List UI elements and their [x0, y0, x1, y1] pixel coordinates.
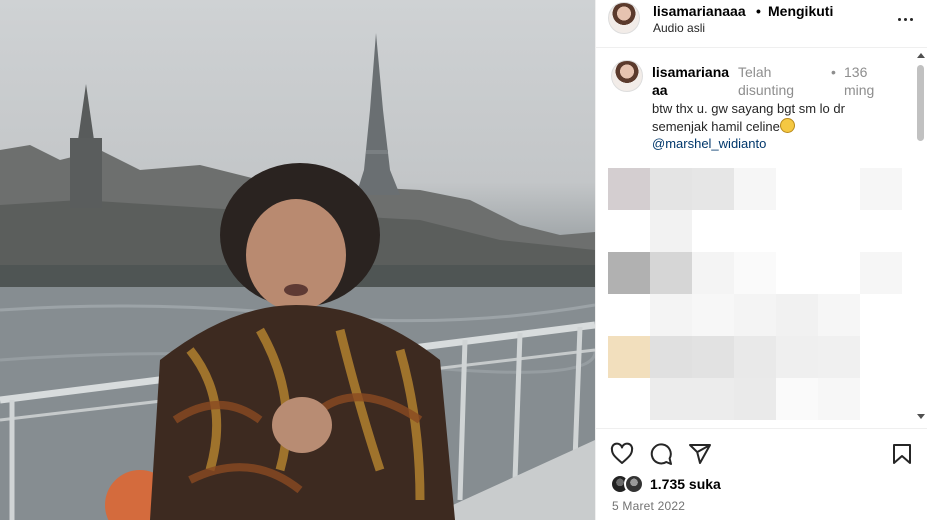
- mosaic-cell: [608, 168, 650, 210]
- share-icon[interactable]: [688, 442, 712, 466]
- mosaic-cell: [860, 210, 902, 252]
- comment-username[interactable]: lisamarianaaa: [652, 63, 734, 99]
- mosaic-cell: [776, 252, 818, 294]
- mosaic-cell: [818, 336, 860, 378]
- mosaic-cell: [818, 378, 860, 420]
- post-date[interactable]: 5 Maret 2022: [612, 499, 685, 513]
- liker-avatar: [624, 474, 644, 494]
- likers-avatars[interactable]: [610, 474, 646, 494]
- comments-scrollbar[interactable]: [914, 48, 926, 428]
- scrollbar-thumb[interactable]: [917, 65, 924, 141]
- mosaic-cell: [692, 252, 734, 294]
- header-separator: •: [756, 3, 761, 19]
- mosaic-cell: [608, 210, 650, 252]
- mosaic-cell: [650, 168, 692, 210]
- comment-icon[interactable]: [649, 442, 673, 466]
- mosaic-cell: [734, 294, 776, 336]
- post-actions: 1.735 suka 5 Maret 2022: [596, 428, 927, 520]
- video-frame: [0, 33, 595, 520]
- post-sidebar: lisamarianaaa • Mengikuti Audio asli lis…: [595, 0, 927, 520]
- mosaic-cell: [650, 336, 692, 378]
- header-username[interactable]: lisamarianaaa: [653, 3, 746, 19]
- mosaic-cell: [608, 294, 650, 336]
- mosaic-cell: [776, 294, 818, 336]
- mosaic-cell: [734, 378, 776, 420]
- mosaic-cell: [692, 210, 734, 252]
- mosaic-cell: [734, 210, 776, 252]
- mosaic-cell: [776, 378, 818, 420]
- comment-text: btw thx u. gw sayang bgt sm lo dr semenj…: [652, 100, 872, 136]
- mosaic-cell: [860, 378, 902, 420]
- mosaic-cell: [608, 252, 650, 294]
- mosaic-cell: [650, 210, 692, 252]
- comment-body: btw thx u. gw sayang bgt sm lo dr semenj…: [652, 101, 845, 134]
- mosaic-cell: [860, 168, 902, 210]
- mosaic-cell: [650, 294, 692, 336]
- mosaic-cell: [860, 252, 902, 294]
- mosaic-cell: [734, 168, 776, 210]
- post-viewer: lisamarianaaa • Mengikuti Audio asli lis…: [0, 0, 927, 520]
- mosaic-cell: [734, 336, 776, 378]
- video-player[interactable]: [0, 0, 595, 520]
- comment-edited-label: Telah disunting: [738, 64, 795, 98]
- comment-avatar[interactable]: [611, 60, 643, 92]
- avatar[interactable]: [608, 2, 640, 34]
- grinning-sweat-emoji-icon: [779, 118, 795, 133]
- scroll-up-arrow-icon[interactable]: [917, 53, 925, 58]
- mosaic-cell: [776, 210, 818, 252]
- post-header: lisamarianaaa • Mengikuti Audio asli: [596, 0, 927, 48]
- heart-icon[interactable]: [610, 442, 634, 466]
- mosaic-cell: [692, 378, 734, 420]
- mosaic-cell: [692, 168, 734, 210]
- follow-status-button[interactable]: Mengikuti: [768, 3, 833, 19]
- mosaic-cell: [818, 210, 860, 252]
- bookmark-icon[interactable]: [890, 442, 914, 466]
- audio-label[interactable]: Audio asli: [653, 21, 705, 35]
- mosaic-cell: [608, 378, 650, 420]
- mosaic-cell: [650, 378, 692, 420]
- comments-section: lisamarianaaa Telah disunting • 136 ming…: [596, 48, 927, 428]
- more-options-icon[interactable]: [893, 10, 917, 28]
- mosaic-cell: [692, 336, 734, 378]
- mosaic-cell: [818, 294, 860, 336]
- mosaic-cell: [692, 294, 734, 336]
- mosaic-cell: [608, 336, 650, 378]
- mosaic-cell: [818, 252, 860, 294]
- scroll-down-arrow-icon[interactable]: [917, 414, 925, 419]
- mosaic-cell: [650, 252, 692, 294]
- likes-count[interactable]: 1.735 suka: [650, 476, 721, 492]
- comment-mention-link[interactable]: @marshel_widianto: [652, 136, 766, 151]
- mosaic-cell: [818, 168, 860, 210]
- mosaic-cell: [860, 336, 902, 378]
- comment-timestamp: 136 ming: [844, 64, 875, 98]
- mosaic-cell: [734, 252, 776, 294]
- mosaic-cell: [776, 336, 818, 378]
- mosaic-cell: [776, 168, 818, 210]
- comment-separator: •: [831, 64, 836, 80]
- mosaic-cell: [860, 294, 902, 336]
